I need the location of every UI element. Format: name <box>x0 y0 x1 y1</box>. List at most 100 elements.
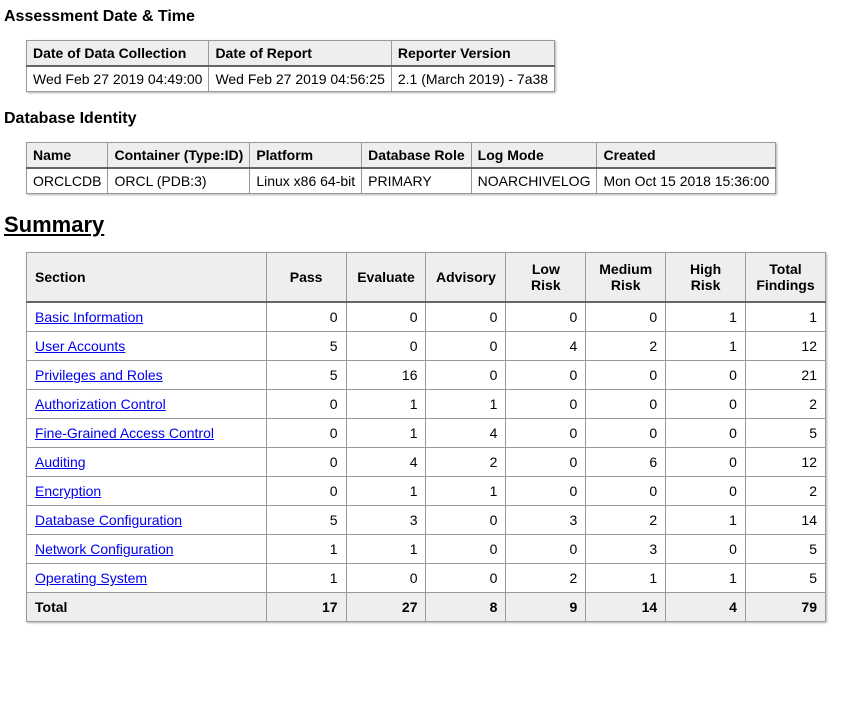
cell-medium: 0 <box>586 302 666 332</box>
cell-low: 2 <box>506 564 586 593</box>
cell-pass: 5 <box>266 361 346 390</box>
identity-col-header: Log Mode <box>471 143 597 169</box>
cell-medium: 1 <box>586 564 666 593</box>
cell-medium: 0 <box>586 361 666 390</box>
cell-total-high: 4 <box>666 593 746 622</box>
cell-section: Fine-Grained Access Control <box>27 419 267 448</box>
section-link[interactable]: Authorization Control <box>35 396 166 412</box>
cell-medium: 0 <box>586 419 666 448</box>
cell-container: ORCL (PDB:3) <box>108 168 250 194</box>
cell-pass: 1 <box>266 535 346 564</box>
summary-col-pass: Pass <box>266 253 346 303</box>
cell-total: 5 <box>745 535 825 564</box>
cell-evaluate: 16 <box>346 361 426 390</box>
cell-pass: 0 <box>266 448 346 477</box>
cell-total: 12 <box>745 448 825 477</box>
table-row: ORCLCDB ORCL (PDB:3) Linux x86 64-bit PR… <box>27 168 776 194</box>
cell-section: Privileges and Roles <box>27 361 267 390</box>
heading-assessment: Assessment Date & Time <box>4 8 842 26</box>
cell-section: Network Configuration <box>27 535 267 564</box>
table-row: Network Configuration1100305 <box>27 535 826 564</box>
cell-high: 0 <box>666 361 746 390</box>
summary-col-evaluate: Evaluate <box>346 253 426 303</box>
cell-high: 1 <box>666 506 746 535</box>
cell-medium: 6 <box>586 448 666 477</box>
cell-db-name: ORCLCDB <box>27 168 108 194</box>
cell-low: 0 <box>506 302 586 332</box>
cell-section: Encryption <box>27 477 267 506</box>
cell-medium: 0 <box>586 477 666 506</box>
cell-evaluate: 1 <box>346 535 426 564</box>
cell-section: Auditing <box>27 448 267 477</box>
table-row: Authorization Control0110002 <box>27 390 826 419</box>
section-link[interactable]: Database Configuration <box>35 512 182 528</box>
cell-total: 21 <box>745 361 825 390</box>
assessment-table: Date of Data Collection Date of Report R… <box>26 40 555 92</box>
cell-advisory: 1 <box>426 477 506 506</box>
cell-medium: 0 <box>586 390 666 419</box>
cell-total-pass: 17 <box>266 593 346 622</box>
cell-total: 5 <box>745 564 825 593</box>
cell-total: 2 <box>745 477 825 506</box>
section-link[interactable]: Network Configuration <box>35 541 174 557</box>
cell-advisory: 0 <box>426 332 506 361</box>
cell-evaluate: 1 <box>346 477 426 506</box>
cell-evaluate: 1 <box>346 390 426 419</box>
summary-col-low-risk: LowRisk <box>506 253 586 303</box>
cell-advisory: 0 <box>426 535 506 564</box>
summary-col-medium-risk: MediumRisk <box>586 253 666 303</box>
cell-total: 1 <box>745 302 825 332</box>
cell-section: Operating System <box>27 564 267 593</box>
table-row: Database Configuration53032114 <box>27 506 826 535</box>
cell-total-medium: 14 <box>586 593 666 622</box>
identity-col-header: Created <box>597 143 776 169</box>
cell-low: 0 <box>506 448 586 477</box>
assessment-col-header: Reporter Version <box>391 41 554 67</box>
cell-advisory: 0 <box>426 361 506 390</box>
cell-total: 12 <box>745 332 825 361</box>
cell-date-report: Wed Feb 27 2019 04:56:25 <box>209 66 391 92</box>
cell-pass: 5 <box>266 506 346 535</box>
section-link[interactable]: User Accounts <box>35 338 125 354</box>
cell-section: Authorization Control <box>27 390 267 419</box>
cell-low: 0 <box>506 361 586 390</box>
table-row: Privileges and Roles516000021 <box>27 361 826 390</box>
cell-total-label: Total <box>27 593 267 622</box>
total-row: Total17278914479 <box>27 593 826 622</box>
cell-evaluate: 0 <box>346 564 426 593</box>
cell-evaluate: 4 <box>346 448 426 477</box>
cell-low: 3 <box>506 506 586 535</box>
section-link[interactable]: Auditing <box>35 454 86 470</box>
cell-advisory: 0 <box>426 302 506 332</box>
cell-pass: 0 <box>266 477 346 506</box>
section-link[interactable]: Basic Information <box>35 309 143 325</box>
cell-pass: 0 <box>266 302 346 332</box>
identity-table: Name Container (Type:ID) Platform Databa… <box>26 142 776 194</box>
cell-pass: 1 <box>266 564 346 593</box>
table-row: Wed Feb 27 2019 04:49:00 Wed Feb 27 2019… <box>27 66 555 92</box>
cell-advisory: 1 <box>426 390 506 419</box>
summary-col-high-risk: HighRisk <box>666 253 746 303</box>
cell-evaluate: 3 <box>346 506 426 535</box>
cell-evaluate: 0 <box>346 332 426 361</box>
cell-high: 0 <box>666 477 746 506</box>
section-link[interactable]: Operating System <box>35 570 147 586</box>
assessment-col-header: Date of Data Collection <box>27 41 209 67</box>
cell-high: 1 <box>666 332 746 361</box>
cell-platform: Linux x86 64-bit <box>250 168 362 194</box>
section-link[interactable]: Fine-Grained Access Control <box>35 425 214 441</box>
cell-section: User Accounts <box>27 332 267 361</box>
section-link[interactable]: Privileges and Roles <box>35 367 163 383</box>
summary-col-total-findings: TotalFindings <box>745 253 825 303</box>
table-row: Basic Information0000011 <box>27 302 826 332</box>
heading-identity: Database Identity <box>4 110 842 128</box>
section-link[interactable]: Encryption <box>35 483 101 499</box>
identity-col-header: Platform <box>250 143 362 169</box>
table-row: Fine-Grained Access Control0140005 <box>27 419 826 448</box>
summary-col-section: Section <box>27 253 267 303</box>
cell-total-low: 9 <box>506 593 586 622</box>
cell-medium: 2 <box>586 332 666 361</box>
cell-high: 0 <box>666 419 746 448</box>
cell-medium: 3 <box>586 535 666 564</box>
cell-total: 5 <box>745 419 825 448</box>
